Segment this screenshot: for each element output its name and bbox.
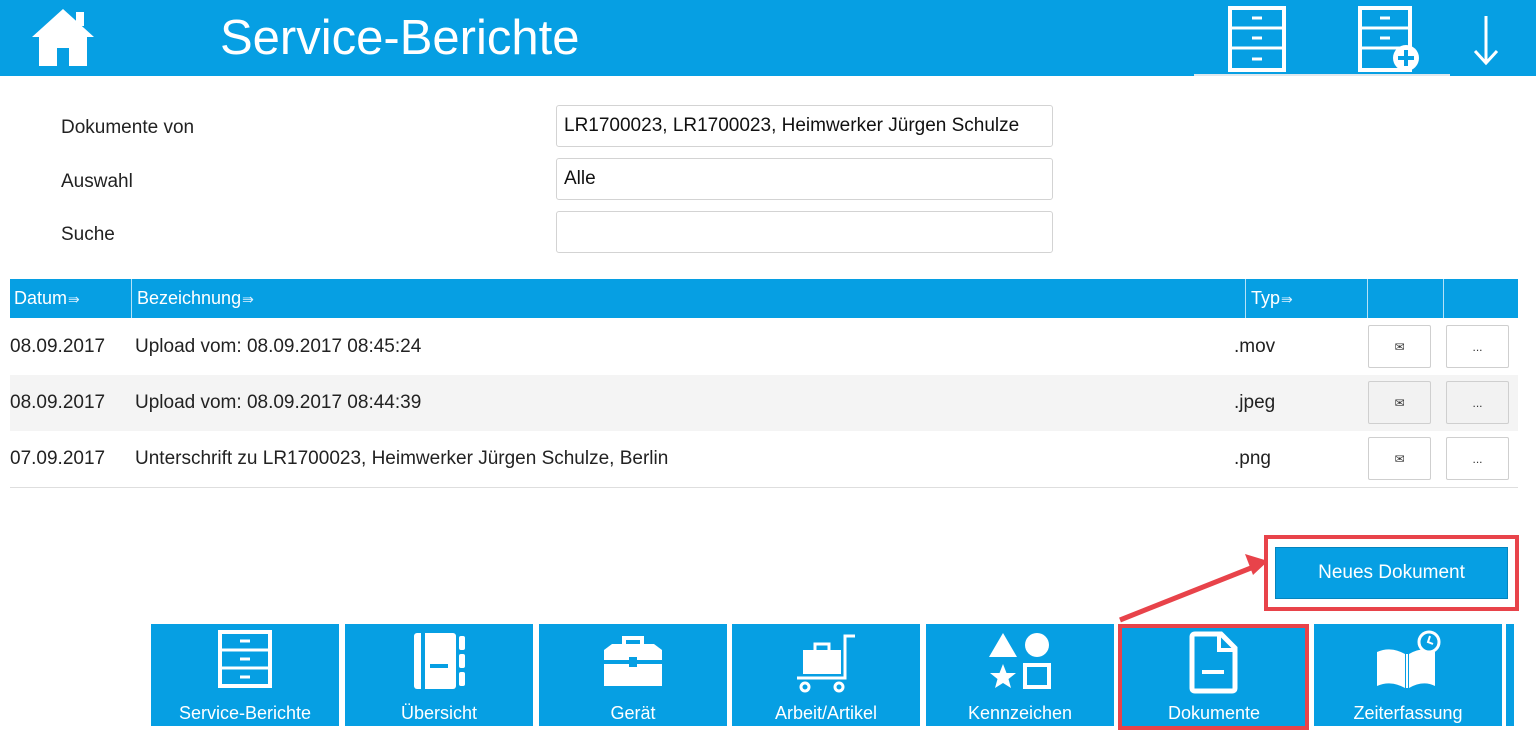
row-description: Unterschrift zu LR1700023, Heimwerker Jü…: [135, 448, 669, 469]
sort-icon: ⇛: [242, 291, 254, 307]
table-header: Datum⇛ Bezeichnung⇛ Typ⇛: [10, 279, 1518, 318]
nav-work-articles[interactable]: Arbeit/Artikel: [732, 624, 920, 726]
column-header-date[interactable]: Datum⇛: [10, 279, 131, 318]
table-row[interactable]: 07.09.2017 Unterschrift zu LR1700023, He…: [10, 431, 1518, 487]
row-type: .jpeg: [1234, 392, 1276, 413]
row-description: Upload vom: 08.09.2017 08:45:24: [135, 336, 422, 357]
column-divider: [1245, 279, 1246, 318]
mail-button[interactable]: ✉: [1368, 381, 1431, 424]
search-input[interactable]: [556, 211, 1053, 253]
mail-icon: ✉: [1394, 395, 1405, 410]
nav-label: Arbeit/Artikel: [774, 703, 878, 723]
nav-label: Gerät: [610, 703, 656, 723]
nav-label: Zeiterfassung: [1353, 703, 1463, 723]
notebook-icon: [414, 633, 465, 689]
mail-icon: ✉: [1394, 339, 1405, 354]
selection-field[interactable]: [556, 158, 1053, 200]
nav-labels[interactable]: Kennzeichen: [926, 624, 1114, 726]
sort-icon: ⇛: [68, 291, 80, 307]
table-bottom-border: [10, 487, 1518, 488]
search-label: Suche: [61, 224, 115, 245]
column-divider: [1367, 279, 1368, 318]
mail-button[interactable]: ✉: [1368, 325, 1431, 368]
book-clock-icon: [1377, 630, 1441, 688]
nav-label: Service-Berichte: [178, 703, 312, 723]
mail-button[interactable]: ✉: [1368, 437, 1431, 480]
column-header-type[interactable]: Typ⇛: [1247, 279, 1367, 318]
sort-icon: ⇛: [1281, 291, 1293, 307]
highlight-frame-documents: [1118, 624, 1309, 730]
more-button[interactable]: ...: [1446, 325, 1509, 368]
column-divider: [131, 279, 132, 318]
row-type: .mov: [1234, 336, 1276, 357]
mail-icon: ✉: [1394, 451, 1405, 466]
header-underline: [1194, 74, 1450, 76]
documents-from-label: Dokumente von: [61, 117, 195, 138]
cabinet-add-icon[interactable]: [1356, 6, 1422, 72]
cabinet-icon[interactable]: [1226, 6, 1288, 72]
nav-label: Übersicht: [400, 703, 478, 723]
shapes-icon: [989, 633, 1051, 689]
row-description: Upload vom: 08.09.2017 08:44:39: [135, 392, 422, 413]
column-header-description[interactable]: Bezeichnung⇛: [133, 279, 1243, 318]
home-icon[interactable]: [30, 6, 96, 68]
arrow-down-icon[interactable]: [1468, 6, 1504, 72]
column-divider: [1443, 279, 1444, 318]
row-type: .png: [1234, 448, 1271, 469]
app-header: Service-Berichte: [0, 0, 1536, 76]
more-button[interactable]: ...: [1446, 437, 1509, 480]
nav-partial-item[interactable]: [1506, 624, 1514, 726]
row-date: 08.09.2017: [10, 392, 106, 413]
row-date: 07.09.2017: [10, 448, 106, 469]
nav-device[interactable]: Gerät: [539, 624, 727, 726]
table-row[interactable]: 08.09.2017 Upload vom: 08.09.2017 08:44:…: [10, 375, 1518, 431]
toolbox-icon: [604, 636, 662, 686]
table-row[interactable]: 08.09.2017 Upload vom: 08.09.2017 08:45:…: [10, 319, 1518, 375]
more-button[interactable]: ...: [1446, 381, 1509, 424]
cart-icon: [797, 634, 855, 693]
documents-from-field[interactable]: [556, 105, 1053, 147]
page-title: Service-Berichte: [220, 11, 580, 65]
nav-service-reports[interactable]: Service-Berichte: [151, 624, 339, 726]
nav-time-tracking[interactable]: Zeiterfassung: [1314, 624, 1502, 726]
highlight-frame-new-document: [1264, 535, 1519, 611]
nav-overview[interactable]: Übersicht: [345, 624, 533, 726]
selection-label: Auswahl: [61, 171, 133, 192]
nav-label: Kennzeichen: [967, 703, 1073, 723]
cabinet-icon: [218, 630, 272, 688]
row-date: 08.09.2017: [10, 336, 106, 357]
